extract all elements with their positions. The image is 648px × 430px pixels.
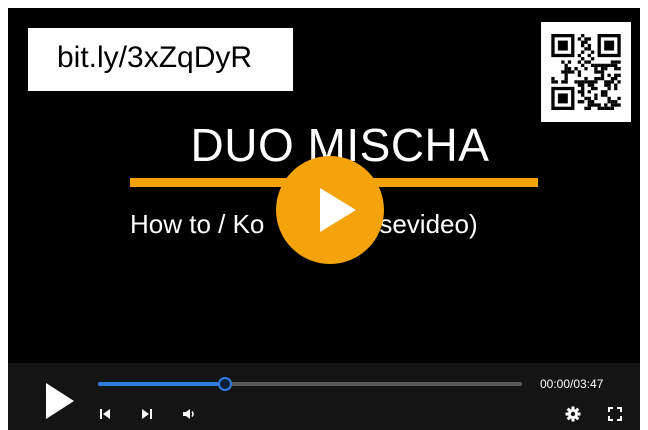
big-play-button[interactable] xyxy=(276,156,384,264)
gear-icon xyxy=(565,406,581,422)
progress-knob[interactable] xyxy=(218,377,233,391)
short-url-text: bit.ly/3xZqDyR xyxy=(57,41,253,74)
volume-icon xyxy=(183,409,194,419)
play-icon xyxy=(46,383,74,419)
skip-previous-button[interactable] xyxy=(96,405,114,423)
control-bar: 00:00/03:47 xyxy=(8,363,640,430)
video-subtitle-start: How to / Ko xyxy=(130,209,265,239)
time-display: 00:00/03:47 xyxy=(540,377,603,391)
fullscreen-icon xyxy=(608,407,622,421)
short-url-box: bit.ly/3xZqDyR xyxy=(28,28,293,91)
fullscreen-button[interactable] xyxy=(606,405,624,423)
progress-fill xyxy=(98,382,226,386)
progress-bar[interactable] xyxy=(98,377,522,391)
current-time: 00:00 xyxy=(540,377,571,391)
qr-code-image xyxy=(551,34,621,110)
qr-code xyxy=(541,22,631,122)
skip-next-icon xyxy=(142,409,152,419)
play-button[interactable] xyxy=(36,381,76,421)
duration: 03:47 xyxy=(573,377,604,391)
play-icon xyxy=(320,188,356,232)
video-player[interactable]: bit.ly/3xZqDyR DUO MISCHA How to / Ko ans… xyxy=(8,8,640,430)
settings-button[interactable] xyxy=(564,405,582,423)
skip-previous-icon xyxy=(100,409,110,419)
skip-next-button[interactable] xyxy=(138,405,156,423)
volume-button[interactable] xyxy=(180,405,198,423)
